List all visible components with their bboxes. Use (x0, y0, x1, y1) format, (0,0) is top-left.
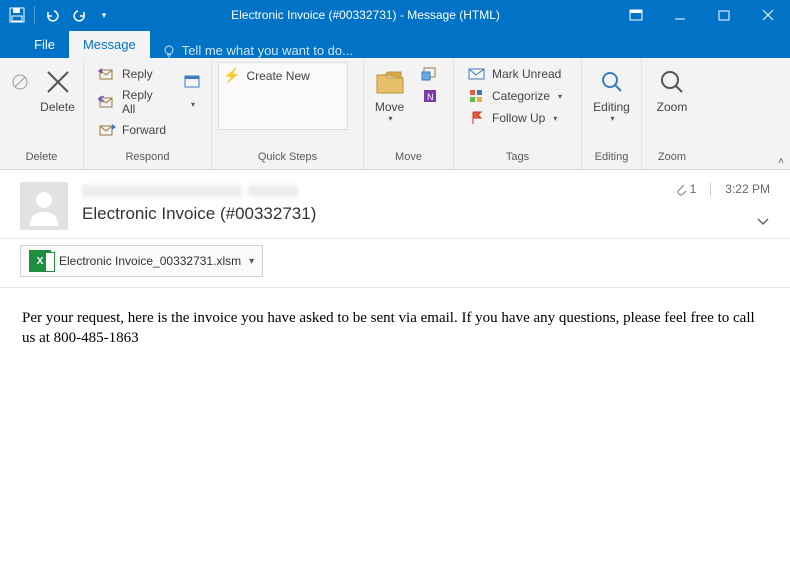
ignore-button[interactable] (6, 62, 34, 104)
window-title: Electronic Invoice (#00332731) - Message… (117, 8, 614, 22)
tab-file[interactable]: File (20, 31, 69, 58)
close-button[interactable] (746, 0, 790, 30)
group-label-delete: Delete (6, 151, 77, 169)
mark-unread-button[interactable]: Mark Unread (464, 64, 566, 84)
message-body: Per your request, here is the invoice yo… (0, 288, 790, 369)
move-label: Move (375, 100, 404, 114)
categorize-icon (468, 88, 486, 104)
reply-icon (98, 66, 116, 82)
group-respond: Reply Reply All Forward ▾ Respond (84, 58, 212, 169)
tell-me-search[interactable]: Tell me what you want to do... (150, 43, 365, 58)
collapse-ribbon-button[interactable]: ˄ (778, 156, 784, 167)
attachment-chip[interactable]: X Electronic Invoice_00332731.xlsm ▾ (20, 245, 263, 277)
attachment-menu-chevron[interactable]: ▾ (249, 256, 254, 267)
rules-button[interactable] (417, 64, 443, 84)
from-row (82, 182, 770, 200)
group-delete: Delete Delete (0, 58, 84, 169)
message-subject: Electronic Invoice (#00332731) (82, 204, 770, 224)
sender-detail-redacted (248, 185, 298, 197)
forward-icon (98, 122, 116, 138)
reply-all-icon (98, 94, 116, 110)
undo-button[interactable] (41, 4, 63, 26)
find-icon (599, 69, 625, 95)
tell-me-label: Tell me what you want to do... (182, 43, 353, 58)
onenote-icon: N (421, 88, 439, 104)
zoom-button[interactable]: Zoom (648, 62, 696, 118)
quick-steps-gallery[interactable]: ⚡ Create New (218, 62, 348, 130)
folder-icon (375, 69, 405, 95)
lightbulb-icon (162, 44, 176, 58)
group-label-move: Move (370, 151, 447, 169)
ribbon-tabs: File Message Tell me what you want to do… (0, 30, 790, 58)
excel-icon: X (29, 250, 51, 272)
sender-avatar (20, 182, 68, 230)
attachments-bar: X Electronic Invoice_00332731.xlsm ▾ (0, 239, 790, 288)
expand-header-button[interactable] (756, 216, 770, 230)
group-label-zoom: Zoom (648, 151, 696, 169)
message-time: 3:22 PM (725, 182, 770, 196)
mail-icon (468, 66, 486, 82)
minimize-button[interactable] (658, 0, 702, 30)
paperclip-icon (675, 182, 687, 196)
group-label-editing: Editing (588, 151, 635, 169)
more-respond-button[interactable]: ▾ (179, 62, 205, 113)
separator (710, 182, 711, 196)
group-move: Move ▾ N Move (364, 58, 454, 169)
delete-button[interactable]: Delete (38, 62, 77, 118)
mark-unread-label: Mark Unread (492, 67, 561, 81)
attachment-filename: Electronic Invoice_00332731.xlsm (59, 254, 241, 268)
follow-up-button[interactable]: Follow Up▾ (464, 108, 566, 128)
editing-label: Editing (593, 100, 630, 114)
save-button[interactable] (6, 4, 28, 26)
reply-button[interactable]: Reply (94, 64, 171, 84)
zoom-icon (659, 69, 685, 95)
attachment-indicator: 1 (675, 182, 697, 196)
forward-button[interactable]: Forward (94, 120, 171, 140)
group-tags: Mark Unread Categorize▾ Follow Up▾ Tags (454, 58, 582, 169)
quick-access-toolbar: ▾ (0, 4, 117, 26)
editing-button[interactable]: Editing ▾ (588, 62, 635, 127)
flag-icon (468, 110, 486, 126)
reply-all-button[interactable]: Reply All (94, 86, 171, 118)
forward-label: Forward (122, 123, 166, 137)
message-header: Electronic Invoice (#00332731) 1 3:22 PM (0, 170, 790, 239)
window-controls (614, 0, 790, 30)
group-label-tags: Tags (460, 151, 575, 169)
delete-icon (44, 68, 72, 96)
message-meta: 1 3:22 PM (675, 182, 770, 196)
attachment-count: 1 (690, 182, 697, 196)
message-info: Electronic Invoice (#00332731) (82, 182, 770, 230)
ribbon-display-options[interactable] (614, 0, 658, 30)
reply-label: Reply (122, 67, 153, 81)
group-label-respond: Respond (90, 151, 205, 169)
rules-icon (421, 66, 439, 82)
redo-button[interactable] (69, 4, 91, 26)
categorize-label: Categorize (492, 89, 550, 103)
title-bar: ▾ Electronic Invoice (#00332731) - Messa… (0, 0, 790, 30)
sender-name-redacted (82, 185, 242, 197)
bolt-icon: ⚡ (223, 67, 240, 84)
create-new-label: Create New (246, 69, 309, 83)
group-editing: Editing ▾ Editing (582, 58, 642, 169)
maximize-button[interactable] (702, 0, 746, 30)
zoom-label: Zoom (657, 100, 688, 114)
group-label-quicksteps: Quick Steps (218, 151, 357, 169)
svg-text:N: N (427, 92, 434, 102)
delete-label: Delete (40, 100, 75, 114)
follow-up-label: Follow Up (492, 111, 545, 125)
categorize-button[interactable]: Categorize▾ (464, 86, 566, 106)
onenote-button[interactable]: N (417, 86, 443, 106)
move-button[interactable]: Move ▾ (370, 62, 409, 127)
group-zoom: Zoom Zoom (642, 58, 702, 169)
group-quick-steps: ⚡ Create New Quick Steps (212, 58, 364, 169)
qat-customize[interactable]: ▾ (97, 4, 111, 26)
reply-all-label: Reply All (122, 88, 167, 116)
ribbon: Delete Delete Reply Reply All Forward (0, 58, 790, 170)
separator (34, 6, 35, 24)
tab-message[interactable]: Message (69, 31, 150, 58)
quick-step-create-new[interactable]: ⚡ Create New (223, 67, 310, 84)
